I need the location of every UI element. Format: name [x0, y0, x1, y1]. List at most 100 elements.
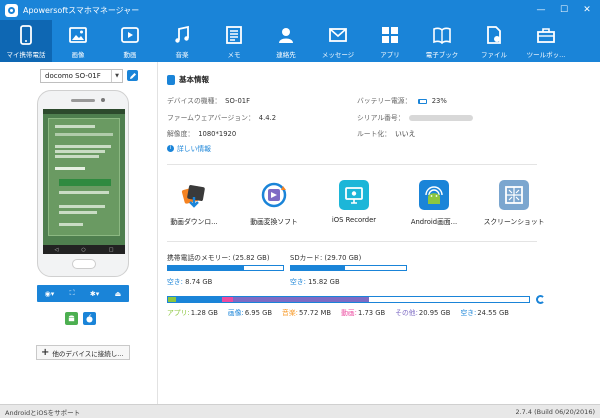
device-panel: docomo SO-01F ▼ ◁ ○ □ ◉▾ ⛶ ✱▾ ⏏ + 他のデバイス…: [0, 62, 158, 404]
tab-files[interactable]: ファイル: [468, 20, 520, 62]
usage-segment: [168, 297, 177, 302]
info-firmware: ファームウェアバージョン： 4.4.2: [167, 114, 277, 122]
divider: [167, 241, 537, 242]
window-title: Apowersoftスマホマネージャー: [23, 5, 140, 15]
battery-icon: [417, 98, 427, 104]
plus-icon: +: [41, 347, 50, 358]
tool-video-convert[interactable]: 動画変換ソフト: [239, 180, 309, 226]
minimize-button[interactable]: —: [534, 3, 548, 16]
image-icon: [69, 27, 87, 43]
storage-usage-bar: [167, 296, 530, 303]
divider: [167, 164, 537, 165]
usage-segment: [233, 297, 370, 302]
info-serial: シリアル番号：: [357, 112, 473, 122]
phone-icon: [20, 25, 32, 45]
apple-icon[interactable]: [83, 312, 96, 325]
eject-icon[interactable]: ⏏: [115, 290, 122, 298]
android-icon[interactable]: [65, 312, 78, 325]
phone-screen[interactable]: ◁ ○ □: [43, 109, 125, 254]
video-download-icon: [179, 180, 209, 210]
pencil-icon: [129, 72, 136, 79]
video-icon: [121, 27, 139, 43]
section-title: 基本情報: [167, 74, 209, 85]
title-bar: Apowersoftスマホマネージャー — ☐ ✕: [0, 0, 600, 20]
info-resolution: 解像度： 1080*1920: [167, 130, 237, 138]
phone-camera: [101, 98, 105, 102]
version-text: 2.7.4 (Build 06/20/2016): [515, 407, 595, 416]
android-screen-icon: [419, 180, 449, 210]
serial-redacted: [408, 115, 473, 121]
info-root: ルート化： いいえ: [357, 130, 416, 138]
legend-item: 空き:24.55 GB: [460, 309, 509, 317]
tab-messages[interactable]: メッセージ: [312, 20, 364, 62]
tool-video-download[interactable]: 動画ダウンロ...: [159, 180, 229, 226]
phone-screen-button: [59, 179, 111, 186]
tab-contacts[interactable]: 連絡先: [260, 20, 312, 62]
ios-recorder-icon: [339, 180, 369, 210]
legend-item: その他:20.95 GB: [395, 309, 451, 317]
screenshot-icon: [499, 180, 529, 210]
toolbox-icon: [537, 28, 555, 43]
info-battery: バッテリー電源： 23%: [357, 97, 447, 105]
chevron-down-icon: ▼: [111, 70, 122, 82]
ebook-icon: [433, 27, 451, 45]
phone-home-button: [72, 259, 96, 269]
fullscreen-icon[interactable]: ⛶: [70, 289, 75, 298]
tool-shortcuts: 動画ダウンロ... 動画変換ソフト iOS Recorder Android画面…: [159, 180, 600, 230]
phone-memory: 携帯電話のメモリー: (25.82 GB) 空き: 8.74 GB: [167, 252, 284, 286]
phone-memory-bar: [167, 265, 284, 271]
tab-my-phone[interactable]: マイ携帯電話: [0, 20, 52, 62]
tool-screenshot[interactable]: スクリーンショット: [479, 180, 549, 226]
music-icon: [175, 25, 189, 43]
tab-toolbox[interactable]: ツールボッ...: [520, 20, 572, 62]
storage-legend: アプリ:1.28 GB 画像:6.95 GB 音楽:57.72 MB 動画:1.73 …: [167, 307, 509, 317]
usage-segment: [176, 297, 222, 302]
legend-item: 動画:1.73 GB: [341, 309, 386, 317]
device-name: docomo SO-01F: [45, 72, 101, 80]
tab-ebooks[interactable]: 電子ブック: [416, 20, 468, 62]
refresh-icon[interactable]: [536, 295, 545, 304]
tab-memo[interactable]: メモ: [208, 20, 260, 62]
phone-status-bar: [43, 109, 125, 114]
device-info-panel: 基本情報 デバイスの機種： SO-01F ファームウェアバージョン： 4.4.2 解…: [159, 62, 600, 404]
info-model: デバイスの機種： SO-01F: [167, 97, 251, 105]
contacts-icon: [279, 28, 293, 43]
message-icon: [329, 28, 347, 42]
phone-mirror: ◁ ○ □: [37, 90, 129, 277]
connect-button-label: 他のデバイスに接続し...: [52, 349, 124, 358]
info-icon: i: [167, 144, 174, 152]
camera-icon[interactable]: ◉▾: [45, 290, 55, 298]
device-select[interactable]: docomo SO-01F ▼: [40, 69, 123, 83]
phone-nav-bar: ◁ ○ □: [43, 245, 125, 254]
video-convert-icon: [259, 180, 289, 210]
connect-other-device-button[interactable]: + 他のデバイスに接続し...: [36, 345, 130, 360]
phone-speaker: [71, 99, 95, 102]
more-info-link[interactable]: i 詳しい情報: [167, 143, 211, 153]
sd-memory-bar: [290, 265, 407, 271]
device-info-icon: [167, 74, 175, 85]
tool-ios-recorder[interactable]: iOS Recorder: [319, 180, 389, 224]
tab-music[interactable]: 音楽: [156, 20, 208, 62]
file-icon: [487, 26, 501, 44]
support-text: AndroidとiOSをサポート: [5, 408, 81, 417]
status-bar: AndroidとiOSをサポート 2.7.4 (Build 06/20/2016…: [0, 404, 600, 418]
legend-item: 音楽:57.72 MB: [282, 309, 332, 317]
phone-control-bar: ◉▾ ⛶ ✱▾ ⏏: [37, 285, 129, 302]
legend-item: アプリ:1.28 GB: [167, 309, 218, 317]
apps-icon: [382, 27, 398, 43]
maximize-button[interactable]: ☐: [557, 3, 571, 16]
tool-android-screen[interactable]: Android画面...: [399, 180, 469, 226]
tab-images[interactable]: 画像: [52, 20, 104, 62]
tab-videos[interactable]: 動画: [104, 20, 156, 62]
usage-segment: [221, 297, 234, 302]
usage-segment: [369, 297, 529, 302]
edit-device-button[interactable]: [127, 70, 138, 81]
legend-item: 画像:6.95 GB: [227, 309, 273, 317]
tab-apps[interactable]: アプリ: [364, 20, 416, 62]
settings-icon[interactable]: ✱▾: [90, 290, 99, 298]
close-button[interactable]: ✕: [580, 3, 594, 16]
memo-icon: [226, 26, 242, 44]
sd-memory: SDカード: (29.70 GB) 空き: 15.82 GB: [290, 252, 407, 286]
phone-screen-content: [48, 118, 120, 236]
main-toolbar: マイ携帯電話 画像 動画 音楽 メモ 連絡先 メッセージ アプリ 電子ブック フ…: [0, 20, 600, 62]
